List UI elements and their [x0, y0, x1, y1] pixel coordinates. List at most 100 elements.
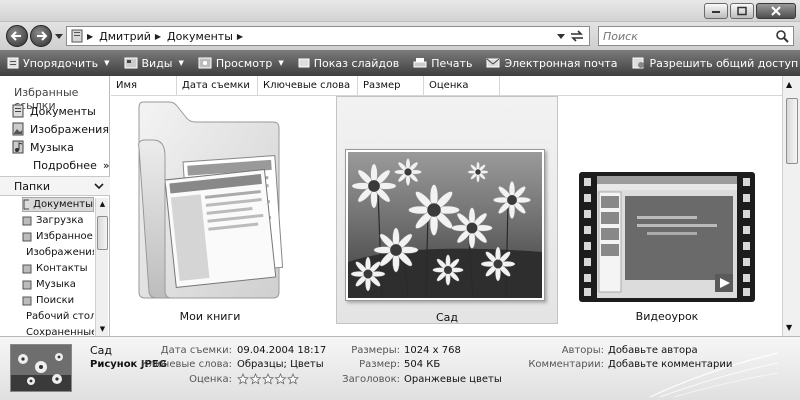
details-size-label: Размер:: [359, 359, 400, 370]
folder-item-downloads[interactable]: Загрузка: [22, 213, 94, 228]
details-dimensions-label: Размеры:: [351, 345, 400, 356]
organize-button[interactable]: Упорядочить ▼: [0, 50, 117, 76]
folder-item-favorites[interactable]: Избранное: [22, 229, 94, 244]
file-item-image[interactable]: Сад: [336, 96, 558, 324]
rating-stars[interactable]: [237, 373, 301, 385]
scroll-thumb[interactable]: [786, 98, 798, 164]
daisies-photo-thumbnail: [11, 345, 71, 391]
refresh-icon[interactable]: [569, 29, 585, 43]
share-icon: [632, 57, 644, 69]
decorative-swoosh: [649, 352, 779, 398]
address-dropdown-icon[interactable]: [557, 31, 565, 41]
more-label: Подробнее: [33, 159, 97, 172]
share-label: Разрешить общий доступ: [649, 56, 799, 70]
details-date-label: Дата съемки:: [160, 345, 232, 356]
details-thumbnail: [10, 344, 72, 392]
scroll-down-icon[interactable]: ▼: [97, 324, 108, 335]
column-header-size[interactable]: Размер: [358, 76, 424, 96]
details-size-value: 504 КБ: [404, 359, 441, 370]
star-rating-icon: [237, 373, 299, 385]
slideshow-button[interactable]: Показ слайдов: [291, 50, 407, 76]
folder-item-searches[interactable]: Поиски: [22, 293, 94, 308]
views-button[interactable]: Виды ▼: [117, 50, 191, 76]
file-item-folder[interactable]: Мои книги: [125, 100, 295, 328]
column-header-keywords[interactable]: Ключевые слова: [258, 76, 358, 96]
scroll-up-icon[interactable]: ▲: [786, 80, 792, 89]
more-favorites-link[interactable]: Подробнее »: [33, 159, 110, 172]
search-icon[interactable]: [776, 30, 789, 43]
folder-large-icon: [138, 101, 284, 299]
column-header-date-taken[interactable]: Дата съемки: [177, 76, 258, 96]
email-label: Электронная почта: [504, 56, 618, 70]
folder-item-documents[interactable]: Документы: [22, 197, 94, 212]
preview-label: Просмотр: [215, 56, 273, 70]
scroll-up-icon[interactable]: ▲: [97, 199, 108, 210]
folder-item-contacts[interactable]: Контакты: [22, 261, 94, 276]
command-bar: Упорядочить ▼ Виды ▼ Просмотр ▼ Показ сл…: [0, 50, 800, 76]
preview-button[interactable]: Просмотр ▼: [191, 50, 291, 76]
documents-icon: [12, 104, 24, 118]
details-file-name: Сад: [90, 344, 113, 357]
search-box[interactable]: [598, 26, 794, 46]
print-icon: [413, 58, 427, 68]
folder-label: Контакты: [36, 263, 88, 274]
details-title-label: Заголовок:: [342, 374, 400, 385]
back-button[interactable]: [6, 25, 28, 47]
address-row: ▶ Дмитрий ▶ Документы ▶: [0, 22, 800, 50]
folder-label: Загрузка: [36, 215, 84, 226]
maximize-button[interactable]: [730, 3, 754, 19]
favorite-link-music[interactable]: Музыка: [12, 140, 74, 154]
chevron-down-icon: [94, 182, 104, 189]
close-button[interactable]: [756, 3, 796, 19]
favorite-link-documents[interactable]: Документы: [12, 104, 96, 118]
column-header-rating[interactable]: Оценка: [424, 76, 500, 96]
content-scrollbar[interactable]: ▲ ▼: [782, 76, 800, 336]
file-item-label: Видеоурок: [635, 310, 699, 323]
folders-header[interactable]: Папки: [0, 176, 110, 196]
details-comments-value[interactable]: Добавьте комментарии: [608, 359, 732, 370]
music-icon: [12, 140, 24, 154]
address-bar[interactable]: ▶ Дмитрий ▶ Документы ▶: [66, 26, 590, 46]
details-date-value[interactable]: 09.04.2004 18:17: [237, 345, 326, 356]
share-button[interactable]: Разрешить общий доступ: [625, 50, 800, 76]
details-keywords-value[interactable]: Образцы; Цветы: [237, 359, 324, 370]
details-authors-value[interactable]: Добавьте автора: [608, 345, 698, 356]
breadcrumb-user[interactable]: Дмитрий ▶: [99, 30, 161, 43]
forward-arrow-icon: [37, 31, 48, 41]
folder-label: Изображения: [26, 247, 94, 258]
breadcrumb-separator-icon: ▶: [154, 31, 162, 41]
recent-pages-dropdown-icon[interactable]: [55, 34, 63, 39]
scroll-down-icon[interactable]: ▼: [786, 323, 792, 332]
file-item-label: Мои книги: [179, 310, 241, 323]
breadcrumb-label: Дмитрий: [99, 29, 151, 43]
title-bar[interactable]: [0, 0, 800, 22]
details-authors-label: Авторы:: [561, 345, 604, 356]
favorite-link-pictures[interactable]: Изображения: [12, 122, 109, 136]
folder-icon: [22, 216, 32, 226]
search-input[interactable]: [599, 27, 769, 45]
folder-item-pictures[interactable]: Изображения: [22, 245, 94, 260]
details-title-value[interactable]: Оранжевые цветы: [404, 374, 502, 385]
breadcrumb-label: Документы: [167, 29, 233, 43]
forward-button[interactable]: [30, 25, 52, 47]
file-item-label: Сад: [435, 311, 459, 324]
column-header-name[interactable]: Имя: [111, 76, 177, 96]
navigation-pane: Избранные ссылки Документы Изображения М…: [0, 76, 110, 338]
file-item-video[interactable]: Видеоурок: [577, 100, 757, 328]
chevron-down-icon: ▼: [178, 59, 184, 67]
preview-icon: [198, 57, 212, 69]
minimize-button[interactable]: [704, 3, 728, 19]
favorite-label: Музыка: [30, 140, 74, 154]
folder-item-desktop[interactable]: Рабочий стол: [22, 309, 94, 324]
breadcrumb-documents[interactable]: Документы ▶: [167, 30, 243, 43]
scroll-thumb[interactable]: [97, 216, 108, 250]
folder-item-music[interactable]: Музыка: [22, 277, 94, 292]
folders-scrollbar[interactable]: ▲ ▼: [95, 198, 108, 336]
pictures-icon: [12, 122, 24, 136]
organize-icon: [7, 57, 19, 69]
email-button[interactable]: Электронная почта: [479, 50, 624, 76]
breadcrumb-separator-icon: ▶: [87, 31, 94, 41]
folder-label: Музыка: [36, 279, 76, 290]
print-button[interactable]: Печать: [406, 50, 479, 76]
favorite-label: Документы: [30, 104, 96, 118]
